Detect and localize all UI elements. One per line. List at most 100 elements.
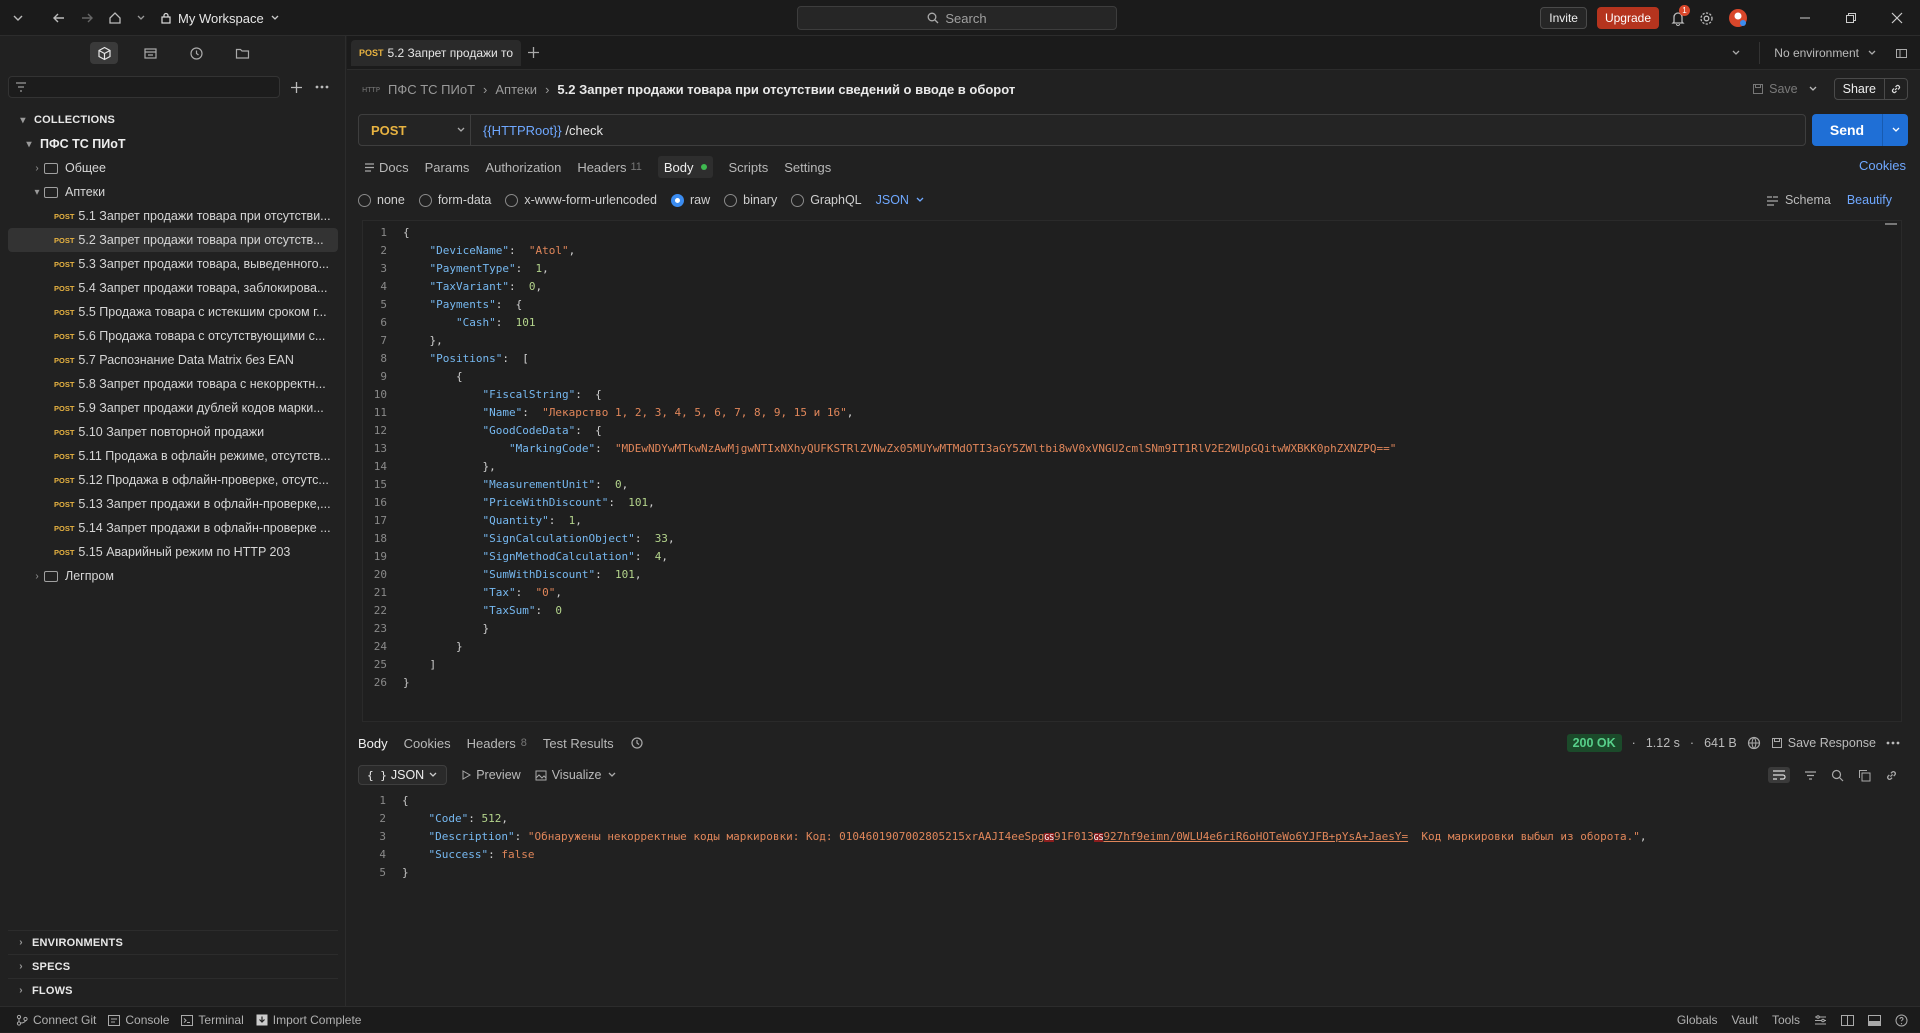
flows-section-header[interactable]: › FLOWS: [8, 978, 338, 1002]
home-icon[interactable]: [108, 11, 122, 25]
breadcrumb-folder[interactable]: Аптеки: [495, 82, 537, 97]
sidebar-filter-input[interactable]: [8, 76, 280, 98]
url-input[interactable]: {{HTTPRoot}} /check: [471, 123, 603, 138]
filter-icon[interactable]: [1804, 770, 1817, 781]
request-item[interactable]: POST 5.14 Запрет продажи в офлайн-проверк…: [8, 516, 338, 540]
response-history-icon[interactable]: [630, 736, 644, 750]
status-badge[interactable]: 200 OK: [1566, 734, 1622, 752]
folder-item-general[interactable]: › Общее: [8, 156, 338, 180]
request-item[interactable]: POST 5.1 Запрет продажи товара при отсутс…: [8, 204, 338, 228]
folder-item-pharmacies[interactable]: ▾ Аптеки: [8, 180, 338, 204]
environment-quick-look-icon[interactable]: [1895, 47, 1908, 60]
invite-button[interactable]: Invite: [1540, 7, 1587, 29]
response-format-dropdown[interactable]: { } JSON: [358, 765, 448, 785]
history-icon[interactable]: [182, 42, 210, 64]
copy-icon[interactable]: [1858, 769, 1871, 782]
method-select[interactable]: POST: [359, 115, 471, 145]
link-icon[interactable]: [1885, 769, 1898, 782]
breadcrumb-current-request[interactable]: 5.2 Запрет продажи товара при отсутствии…: [557, 82, 1015, 97]
import-status[interactable]: Import Complete: [256, 1013, 361, 1027]
tab-docs[interactable]: Docs: [364, 160, 409, 175]
search-icon[interactable]: [1831, 769, 1844, 782]
files-folder-icon[interactable]: [228, 42, 256, 64]
response-tab-headers[interactable]: Headers 8: [467, 736, 527, 751]
more-options-icon[interactable]: [1886, 741, 1900, 745]
request-item[interactable]: POST 5.10 Запрет повторной продажи: [8, 420, 338, 444]
folder-item-light-industry[interactable]: › Легпром: [8, 564, 338, 588]
settings-gear-icon[interactable]: [1699, 11, 1714, 26]
request-item[interactable]: POST 5.11 Продажа в офлайн режиме, отсутс…: [8, 444, 338, 468]
request-item[interactable]: POST 5.8 Запрет продажи товара с некоррек…: [8, 372, 338, 396]
request-item[interactable]: POST 5.5 Продажа товара с истекшим сроком…: [8, 300, 338, 324]
send-button[interactable]: Send: [1812, 114, 1882, 146]
specs-section-header[interactable]: › SPECS: [8, 954, 338, 978]
tab-authorization[interactable]: Authorization: [485, 160, 561, 175]
restore-window-icon[interactable]: [1828, 0, 1874, 36]
send-options-chevron-icon[interactable]: [1882, 114, 1908, 146]
bottom-panel-icon[interactable]: [1868, 1014, 1881, 1026]
global-search-box[interactable]: Search: [797, 6, 1117, 30]
response-tab-body[interactable]: Body: [358, 736, 388, 751]
add-plus-icon[interactable]: [290, 81, 303, 94]
workspace-switcher[interactable]: My Workspace: [160, 11, 280, 26]
two-pane-layout-icon[interactable]: [1841, 1014, 1854, 1026]
notifications-bell-icon[interactable]: 1: [1671, 4, 1690, 26]
globals-button[interactable]: Globals: [1677, 1013, 1718, 1027]
close-window-icon[interactable]: [1874, 0, 1920, 36]
preview-button[interactable]: Preview: [461, 768, 521, 782]
tools-button[interactable]: Tools: [1772, 1013, 1800, 1027]
response-body-viewer[interactable]: 1{ 2 "Code": 512, 3 "Description": "Обна…: [362, 791, 1902, 891]
tab-headers[interactable]: Headers 11: [577, 160, 642, 175]
settings-sliders-icon[interactable]: [1814, 1014, 1827, 1026]
globe-icon[interactable]: [1747, 736, 1761, 750]
share-button[interactable]: Share: [1833, 78, 1908, 100]
console-button[interactable]: Console: [108, 1013, 169, 1027]
tab-settings[interactable]: Settings: [784, 160, 831, 175]
response-tab-cookies[interactable]: Cookies: [404, 736, 451, 751]
schema-button[interactable]: Schema: [1766, 193, 1831, 207]
environments-section-header[interactable]: › ENVIRONMENTS: [8, 930, 338, 954]
request-body-editor[interactable]: 1{ 2 "DeviceName": "Atol", 3 "PaymentTyp…: [362, 220, 1902, 722]
help-icon[interactable]: [1895, 1014, 1908, 1027]
body-type-urlencoded[interactable]: x-www-form-urlencoded: [505, 193, 657, 207]
collections-cube-icon[interactable]: [90, 42, 118, 64]
request-item[interactable]: POST 5.13 Запрет продажи в офлайн-проверк…: [8, 492, 338, 516]
request-item[interactable]: POST 5.3 Запрет продажи товара, выведенно…: [8, 252, 338, 276]
avatar[interactable]: [1728, 8, 1748, 28]
environment-selector[interactable]: No environment: [1759, 42, 1877, 64]
environments-icon[interactable]: [136, 42, 164, 64]
response-size[interactable]: 641 B: [1704, 736, 1737, 750]
terminal-button[interactable]: Terminal: [181, 1013, 244, 1027]
body-type-graphql[interactable]: GraphQL: [791, 193, 862, 207]
save-options-chevron-icon[interactable]: [1808, 84, 1818, 94]
raw-format-dropdown[interactable]: JSON: [876, 193, 925, 207]
beautify-button[interactable]: Beautify: [1847, 193, 1892, 207]
request-item[interactable]: POST 5.6 Продажа товара с отсутствующими …: [8, 324, 338, 348]
wrap-lines-icon[interactable]: [1768, 767, 1790, 783]
request-item[interactable]: POST 5.9 Запрет продажи дублей кодов марк…: [8, 396, 338, 420]
request-item-selected[interactable]: POST 5.2 Запрет продажи товара при отсутс…: [8, 228, 338, 252]
body-type-none[interactable]: none: [358, 193, 405, 207]
minimize-window-icon[interactable]: [1782, 0, 1828, 36]
request-item[interactable]: POST 5.15 Аварийный режим по HTTP 203: [8, 540, 338, 564]
save-response-button[interactable]: Save Response: [1771, 736, 1876, 750]
forward-arrow-icon[interactable]: [80, 11, 94, 25]
copy-link-icon[interactable]: [1884, 79, 1907, 99]
home-chevron-icon[interactable]: [136, 13, 146, 23]
upgrade-button[interactable]: Upgrade: [1596, 7, 1659, 29]
response-time[interactable]: 1.12 s: [1646, 736, 1680, 750]
app-menu-chevron-icon[interactable]: [12, 12, 24, 24]
request-item[interactable]: POST 5.7 Распознание Data Matrix без EAN: [8, 348, 338, 372]
tab-params[interactable]: Params: [425, 160, 470, 175]
vault-button[interactable]: Vault: [1732, 1013, 1758, 1027]
save-button[interactable]: Save: [1752, 82, 1798, 96]
body-type-raw[interactable]: raw: [671, 193, 710, 207]
new-tab-plus-icon[interactable]: [527, 46, 540, 59]
breadcrumb-collection[interactable]: ПФС ТС ПИоТ: [388, 82, 475, 97]
collection-item[interactable]: ▾ ПФС ТС ПИоТ: [8, 132, 338, 156]
body-type-form-data[interactable]: form-data: [418, 193, 491, 207]
tabs-dropdown-chevron-icon[interactable]: [1731, 48, 1741, 58]
request-item[interactable]: POST 5.4 Запрет продажи товара, заблокиро…: [8, 276, 338, 300]
tab-body[interactable]: Body: [657, 156, 713, 178]
tab-scripts[interactable]: Scripts: [729, 160, 769, 175]
